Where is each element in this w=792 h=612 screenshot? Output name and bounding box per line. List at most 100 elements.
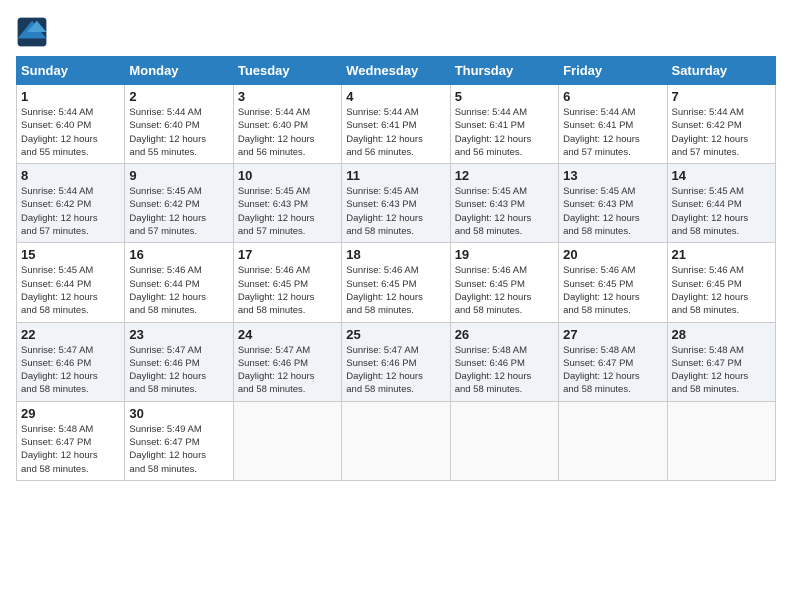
empty-cell <box>342 401 450 480</box>
day-number: 22 <box>21 327 120 342</box>
day-cell-2: 2 Sunrise: 5:44 AM Sunset: 6:40 PM Daylig… <box>125 85 233 164</box>
day-cell-17: 17 Sunrise: 5:46 AM Sunset: 6:45 PM Dayli… <box>233 243 341 322</box>
cell-info: Sunrise: 5:44 AM Sunset: 6:40 PM Dayligh… <box>129 106 228 159</box>
empty-cell <box>559 401 667 480</box>
week-row-3: 15Sunrise: 5:45 AM Sunset: 6:44 PM Dayli… <box>17 243 776 322</box>
day-header-thursday: Thursday <box>450 57 558 85</box>
day-number: 9 <box>129 168 228 183</box>
day-cell-10: 10Sunrise: 5:45 AM Sunset: 6:43 PM Dayli… <box>233 164 341 243</box>
day-cell-8: 8 Sunrise: 5:44 AM Sunset: 6:42 PM Daylig… <box>17 164 125 243</box>
day-cell-18: 18Sunrise: 5:46 AM Sunset: 6:45 PM Dayli… <box>342 243 450 322</box>
day-number: 20 <box>563 247 662 262</box>
day-number: 6 <box>563 89 662 104</box>
day-cell-25: 25 Sunrise: 5:47 AM Sunset: 6:46 PM Dayli… <box>342 322 450 401</box>
week-row-5: 29 Sunrise: 5:48 AM Sunset: 6:47 PM Dayli… <box>17 401 776 480</box>
cell-info: Sunrise: 5:45 AM Sunset: 6:42 PM Dayligh… <box>129 185 228 238</box>
day-cell-21: 21Sunrise: 5:46 AM Sunset: 6:45 PM Dayli… <box>667 243 775 322</box>
day-cell-26: 26 Sunrise: 5:48 AM Sunset: 6:46 PM Dayli… <box>450 322 558 401</box>
day-number: 5 <box>455 89 554 104</box>
day-header-saturday: Saturday <box>667 57 775 85</box>
day-cell-30: 30 Sunrise: 5:49 AM Sunset: 6:47 PM Dayli… <box>125 401 233 480</box>
day-cell-1: 1 Sunrise: 5:44 AM Sunset: 6:40 PM Daylig… <box>17 85 125 164</box>
cell-info: Sunrise: 5:45 AM Sunset: 6:43 PM Dayligh… <box>346 185 445 238</box>
day-cell-19: 19 Sunrise: 5:46 AM Sunset: 6:45 PM Dayli… <box>450 243 558 322</box>
day-number: 15 <box>21 247 120 262</box>
calendar-table: SundayMondayTuesdayWednesdayThursdayFrid… <box>16 56 776 481</box>
day-cell-12: 12 Sunrise: 5:45 AM Sunset: 6:43 PM Dayli… <box>450 164 558 243</box>
cell-info: Sunrise: 5:45 AM Sunset: 6:43 PM Dayligh… <box>455 185 554 238</box>
cell-info: Sunrise: 5:48 AM Sunset: 6:47 PM Dayligh… <box>21 423 120 476</box>
day-cell-6: 6 Sunrise: 5:44 AM Sunset: 6:41 PM Daylig… <box>559 85 667 164</box>
day-number: 26 <box>455 327 554 342</box>
cell-info: Sunrise: 5:47 AM Sunset: 6:46 PM Dayligh… <box>238 344 337 397</box>
day-cell-9: 9 Sunrise: 5:45 AM Sunset: 6:42 PM Daylig… <box>125 164 233 243</box>
day-header-friday: Friday <box>559 57 667 85</box>
day-cell-7: 7Sunrise: 5:44 AM Sunset: 6:42 PM Daylig… <box>667 85 775 164</box>
day-cell-28: 28Sunrise: 5:48 AM Sunset: 6:47 PM Dayli… <box>667 322 775 401</box>
week-row-4: 22 Sunrise: 5:47 AM Sunset: 6:46 PM Dayli… <box>17 322 776 401</box>
day-cell-22: 22Sunrise: 5:47 AM Sunset: 6:46 PM Dayli… <box>17 322 125 401</box>
day-number: 23 <box>129 327 228 342</box>
day-number: 25 <box>346 327 445 342</box>
day-cell-11: 11 Sunrise: 5:45 AM Sunset: 6:43 PM Dayli… <box>342 164 450 243</box>
day-number: 21 <box>672 247 771 262</box>
day-cell-23: 23 Sunrise: 5:47 AM Sunset: 6:46 PM Dayli… <box>125 322 233 401</box>
cell-info: Sunrise: 5:44 AM Sunset: 6:41 PM Dayligh… <box>346 106 445 159</box>
day-cell-24: 24 Sunrise: 5:47 AM Sunset: 6:46 PM Dayli… <box>233 322 341 401</box>
cell-info: Sunrise: 5:47 AM Sunset: 6:46 PM Dayligh… <box>129 344 228 397</box>
day-cell-5: 5Sunrise: 5:44 AM Sunset: 6:41 PM Daylig… <box>450 85 558 164</box>
day-cell-27: 27 Sunrise: 5:48 AM Sunset: 6:47 PM Dayli… <box>559 322 667 401</box>
day-cell-29: 29 Sunrise: 5:48 AM Sunset: 6:47 PM Dayli… <box>17 401 125 480</box>
day-number: 29 <box>21 406 120 421</box>
empty-cell <box>667 401 775 480</box>
day-number: 19 <box>455 247 554 262</box>
cell-info: Sunrise: 5:45 AM Sunset: 6:44 PM Dayligh… <box>672 185 771 238</box>
day-header-wednesday: Wednesday <box>342 57 450 85</box>
day-cell-14: 14 Sunrise: 5:45 AM Sunset: 6:44 PM Dayli… <box>667 164 775 243</box>
cell-info: Sunrise: 5:48 AM Sunset: 6:46 PM Dayligh… <box>455 344 554 397</box>
day-number: 17 <box>238 247 337 262</box>
week-row-2: 8 Sunrise: 5:44 AM Sunset: 6:42 PM Daylig… <box>17 164 776 243</box>
day-number: 3 <box>238 89 337 104</box>
days-header-row: SundayMondayTuesdayWednesdayThursdayFrid… <box>17 57 776 85</box>
day-number: 7 <box>672 89 771 104</box>
day-number: 12 <box>455 168 554 183</box>
day-header-tuesday: Tuesday <box>233 57 341 85</box>
day-cell-16: 16 Sunrise: 5:46 AM Sunset: 6:44 PM Dayli… <box>125 243 233 322</box>
day-number: 4 <box>346 89 445 104</box>
cell-info: Sunrise: 5:44 AM Sunset: 6:40 PM Dayligh… <box>238 106 337 159</box>
day-cell-3: 3 Sunrise: 5:44 AM Sunset: 6:40 PM Daylig… <box>233 85 341 164</box>
cell-info: Sunrise: 5:46 AM Sunset: 6:45 PM Dayligh… <box>563 264 662 317</box>
day-number: 16 <box>129 247 228 262</box>
day-header-sunday: Sunday <box>17 57 125 85</box>
empty-cell <box>450 401 558 480</box>
day-number: 28 <box>672 327 771 342</box>
header <box>16 16 776 48</box>
week-row-1: 1 Sunrise: 5:44 AM Sunset: 6:40 PM Daylig… <box>17 85 776 164</box>
day-number: 11 <box>346 168 445 183</box>
cell-info: Sunrise: 5:47 AM Sunset: 6:46 PM Dayligh… <box>346 344 445 397</box>
day-number: 14 <box>672 168 771 183</box>
cell-info: Sunrise: 5:46 AM Sunset: 6:45 PM Dayligh… <box>455 264 554 317</box>
day-number: 24 <box>238 327 337 342</box>
cell-info: Sunrise: 5:44 AM Sunset: 6:41 PM Dayligh… <box>563 106 662 159</box>
day-number: 8 <box>21 168 120 183</box>
day-cell-15: 15Sunrise: 5:45 AM Sunset: 6:44 PM Dayli… <box>17 243 125 322</box>
day-cell-20: 20 Sunrise: 5:46 AM Sunset: 6:45 PM Dayli… <box>559 243 667 322</box>
day-header-monday: Monday <box>125 57 233 85</box>
day-number: 13 <box>563 168 662 183</box>
cell-info: Sunrise: 5:44 AM Sunset: 6:40 PM Dayligh… <box>21 106 120 159</box>
cell-info: Sunrise: 5:45 AM Sunset: 6:43 PM Dayligh… <box>238 185 337 238</box>
day-number: 2 <box>129 89 228 104</box>
day-cell-4: 4 Sunrise: 5:44 AM Sunset: 6:41 PM Daylig… <box>342 85 450 164</box>
cell-info: Sunrise: 5:49 AM Sunset: 6:47 PM Dayligh… <box>129 423 228 476</box>
cell-info: Sunrise: 5:46 AM Sunset: 6:44 PM Dayligh… <box>129 264 228 317</box>
cell-info: Sunrise: 5:48 AM Sunset: 6:47 PM Dayligh… <box>563 344 662 397</box>
day-number: 1 <box>21 89 120 104</box>
cell-info: Sunrise: 5:44 AM Sunset: 6:42 PM Dayligh… <box>21 185 120 238</box>
day-number: 30 <box>129 406 228 421</box>
logo <box>16 16 52 48</box>
day-number: 27 <box>563 327 662 342</box>
cell-info: Sunrise: 5:46 AM Sunset: 6:45 PM Dayligh… <box>238 264 337 317</box>
cell-info: Sunrise: 5:45 AM Sunset: 6:43 PM Dayligh… <box>563 185 662 238</box>
